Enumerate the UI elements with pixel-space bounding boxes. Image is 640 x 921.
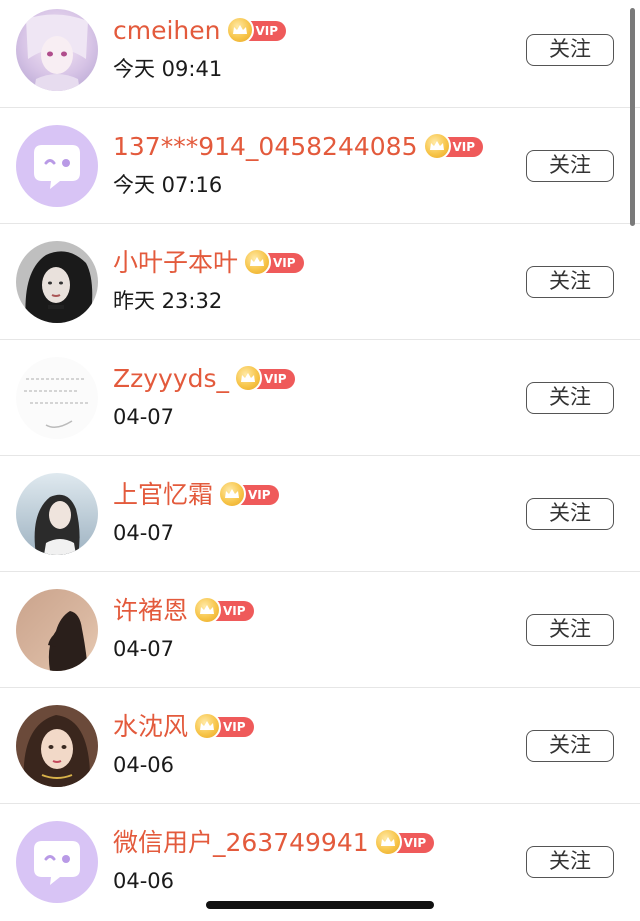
list-item[interactable]: Zzyyyds_ VIP 04-07 关注	[0, 340, 640, 456]
avatar[interactable]	[16, 473, 98, 555]
crown-icon	[234, 364, 263, 392]
vip-badge: VIP	[243, 248, 304, 276]
vip-badge: VIP	[422, 132, 484, 160]
follow-time: 04-07	[113, 405, 175, 429]
follow-time: 昨天 23:32	[113, 289, 223, 313]
vip-badge: VIP	[218, 480, 279, 508]
follow-time: 04-06	[113, 753, 175, 777]
follow-time: 04-07	[113, 521, 175, 545]
follow-button[interactable]: 关注	[526, 34, 614, 66]
follow-button[interactable]: 关注	[526, 266, 614, 298]
username[interactable]: 137***914_0458244085	[113, 131, 418, 163]
follow-button[interactable]: 关注	[526, 150, 614, 182]
follow-button[interactable]: 关注	[526, 730, 614, 762]
follow-button[interactable]: 关注	[526, 846, 614, 878]
avatar[interactable]	[16, 705, 98, 787]
scrollbar[interactable]	[630, 8, 635, 226]
vip-badge: VIP	[193, 596, 254, 624]
avatar[interactable]	[16, 357, 98, 439]
follow-button[interactable]: 关注	[526, 614, 614, 646]
avatar[interactable]	[16, 125, 98, 207]
crown-icon	[225, 16, 254, 44]
avatar[interactable]	[16, 9, 98, 91]
username[interactable]: 上官忆霜	[113, 479, 213, 511]
list-item[interactable]: 上官忆霜 VIP 04-07 关注	[0, 456, 640, 572]
avatar[interactable]	[16, 589, 98, 671]
list-item[interactable]: 137***914_0458244085 VIP 今天 07:16 关注	[0, 108, 640, 224]
follower-list: cmeihen VIP 今天 09:41 关注 137***914_045824…	[0, 0, 640, 921]
follow-button[interactable]: 关注	[526, 382, 614, 414]
username[interactable]: Zzyyyds_	[113, 363, 229, 395]
crown-icon	[243, 248, 272, 276]
username[interactable]: 微信用户_263749941	[113, 827, 369, 859]
follow-time: 今天 09:41	[113, 57, 223, 81]
vip-badge: VIP	[234, 364, 295, 392]
username[interactable]: 许褚恩	[113, 595, 188, 627]
crown-icon	[422, 132, 451, 160]
home-indicator[interactable]	[206, 901, 434, 909]
list-item[interactable]: 许褚恩 VIP 04-07 关注	[0, 572, 640, 688]
crown-icon	[373, 828, 402, 856]
chat-bubble-icon	[16, 821, 98, 903]
chat-bubble-icon	[16, 125, 98, 207]
vip-badge: VIP	[373, 828, 435, 856]
crown-icon	[193, 596, 222, 624]
follow-time: 今天 07:16	[113, 173, 223, 197]
username[interactable]: 水沈风	[113, 711, 188, 743]
list-item[interactable]: 小叶子本叶 VIP 昨天 23:32 关注	[0, 224, 640, 340]
avatar[interactable]	[16, 241, 98, 323]
vip-badge: VIP	[193, 712, 254, 740]
crown-icon	[193, 712, 222, 740]
avatar[interactable]	[16, 821, 98, 903]
follow-time: 04-07	[113, 637, 175, 661]
vip-badge: VIP	[225, 16, 287, 44]
list-item[interactable]: 水沈风 VIP 04-06 关注	[0, 688, 640, 804]
follow-time: 04-06	[113, 869, 175, 893]
username[interactable]: 小叶子本叶	[113, 247, 238, 279]
list-item[interactable]: cmeihen VIP 今天 09:41 关注	[0, 0, 640, 108]
username[interactable]: cmeihen	[113, 15, 221, 47]
crown-icon	[218, 480, 247, 508]
follow-button[interactable]: 关注	[526, 498, 614, 530]
